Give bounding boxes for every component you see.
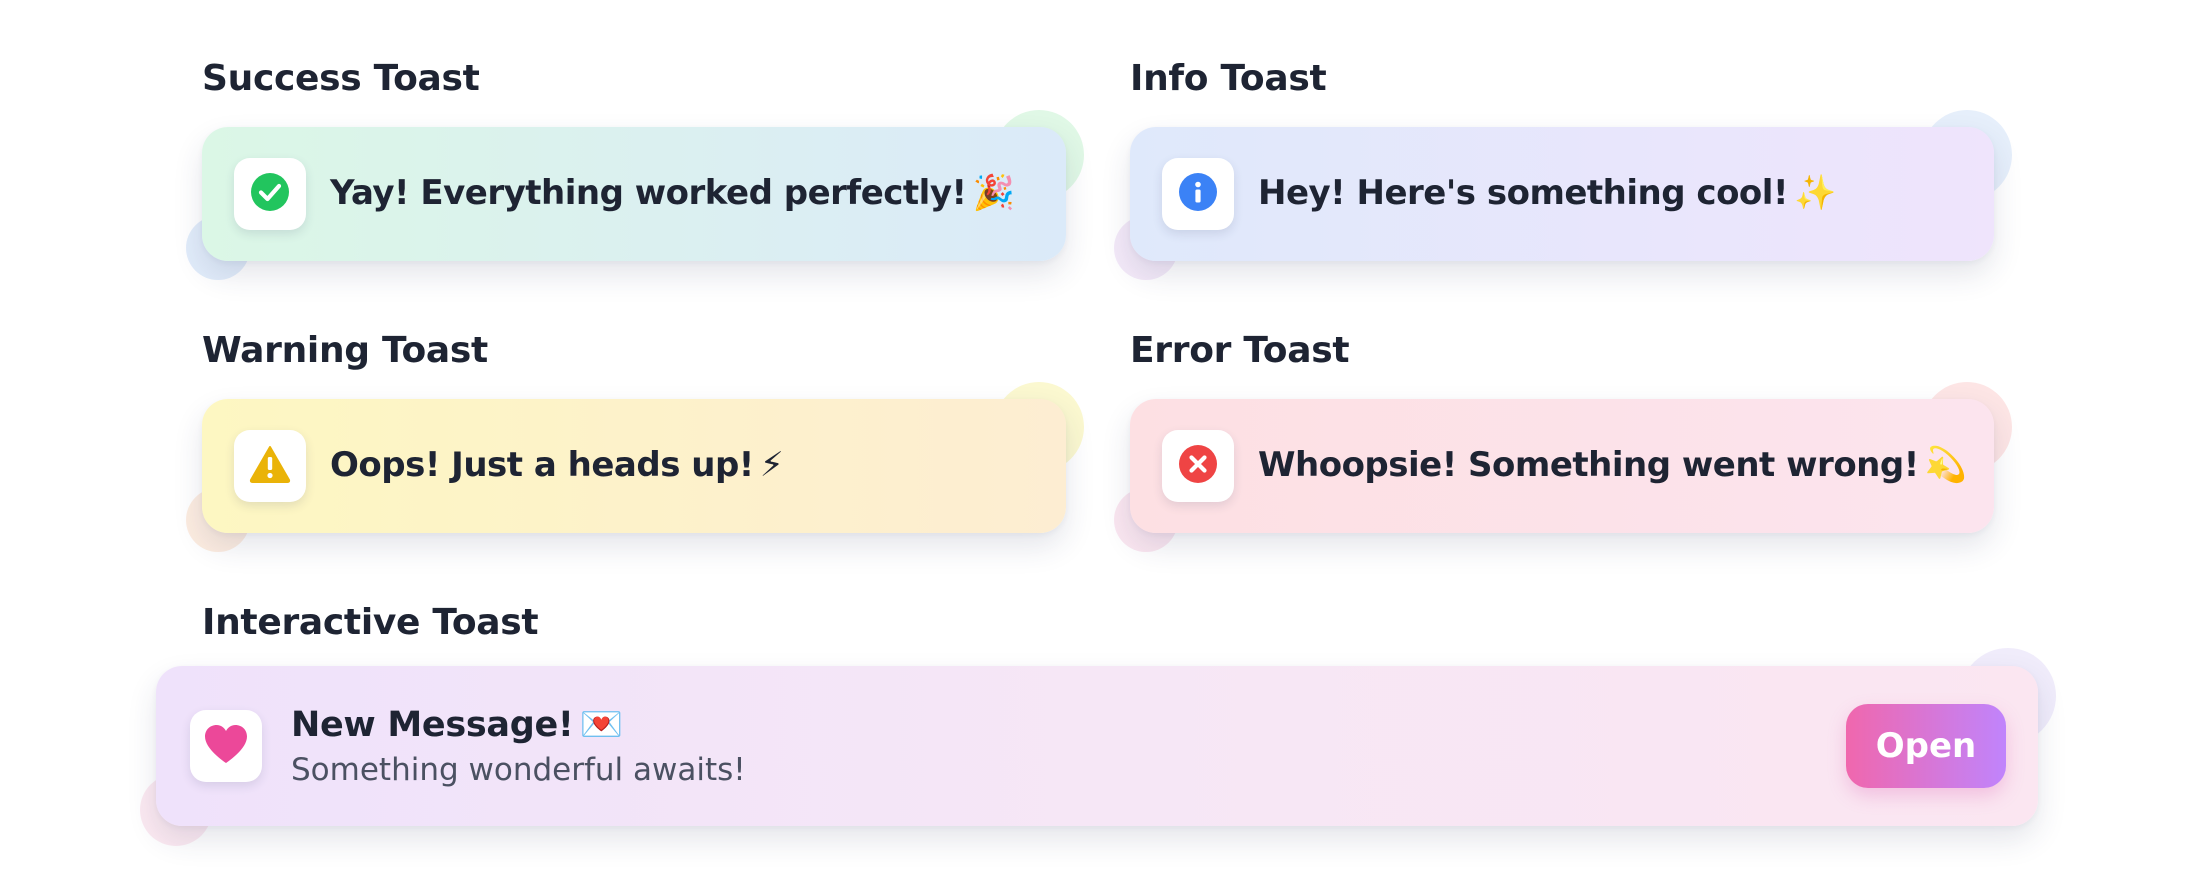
warning-toast[interactable]: Oops! Just a heads up! ⚡ <box>202 399 1066 533</box>
x-circle-icon <box>1178 444 1218 488</box>
info-message-text: Hey! Here's something cool! <box>1258 173 1788 213</box>
success-section-title: Success Toast <box>202 58 480 99</box>
sparkles-emoji: ✨ <box>1793 173 1836 213</box>
warning-section-title: Warning Toast <box>202 330 488 371</box>
warning-triangle-icon <box>249 444 291 488</box>
warning-icon-box <box>234 430 306 502</box>
love-letter-emoji: 💌 <box>579 705 624 745</box>
dizzy-emoji: 💫 <box>1924 445 1967 485</box>
success-message-text: Yay! Everything worked perfectly! <box>330 173 967 213</box>
error-message-text: Whoopsie! Something went wrong! <box>1258 445 1919 485</box>
success-toast[interactable]: Yay! Everything worked perfectly! 🎉 <box>202 127 1066 261</box>
open-button[interactable]: Open <box>1846 704 2006 788</box>
info-circle-icon <box>1178 172 1218 216</box>
heart-icon <box>203 723 249 769</box>
interactive-section-title: Interactive Toast <box>202 602 539 643</box>
error-toast[interactable]: Whoopsie! Something went wrong! 💫 <box>1130 399 1994 533</box>
error-icon-box <box>1162 430 1234 502</box>
success-message: Yay! Everything worked perfectly! 🎉 <box>330 173 1015 213</box>
party-popper-emoji: 🎉 <box>972 173 1015 213</box>
message-title: New Message! 💌 <box>291 704 623 745</box>
warning-message: Oops! Just a heads up! ⚡ <box>330 445 784 485</box>
lightning-emoji: ⚡ <box>759 445 784 485</box>
info-section-title: Info Toast <box>1130 58 1327 99</box>
error-section-title: Error Toast <box>1130 330 1350 371</box>
info-message: Hey! Here's something cool! ✨ <box>1258 173 1836 213</box>
error-message: Whoopsie! Something went wrong! 💫 <box>1258 445 1967 485</box>
toast-showcase: Success Toast Yay! Everything worked per… <box>0 0 2188 880</box>
info-icon-box <box>1162 158 1234 230</box>
warning-message-text: Oops! Just a heads up! <box>330 445 754 485</box>
info-toast[interactable]: Hey! Here's something cool! ✨ <box>1130 127 1994 261</box>
message-title-text: New Message! <box>291 705 574 745</box>
heart-icon-box <box>190 710 262 782</box>
interactive-toast[interactable]: New Message! 💌 Something wonderful awaits… <box>156 666 2038 826</box>
message-body: Something wonderful awaits! <box>291 752 746 788</box>
success-icon-box <box>234 158 306 230</box>
check-circle-icon <box>250 172 290 216</box>
